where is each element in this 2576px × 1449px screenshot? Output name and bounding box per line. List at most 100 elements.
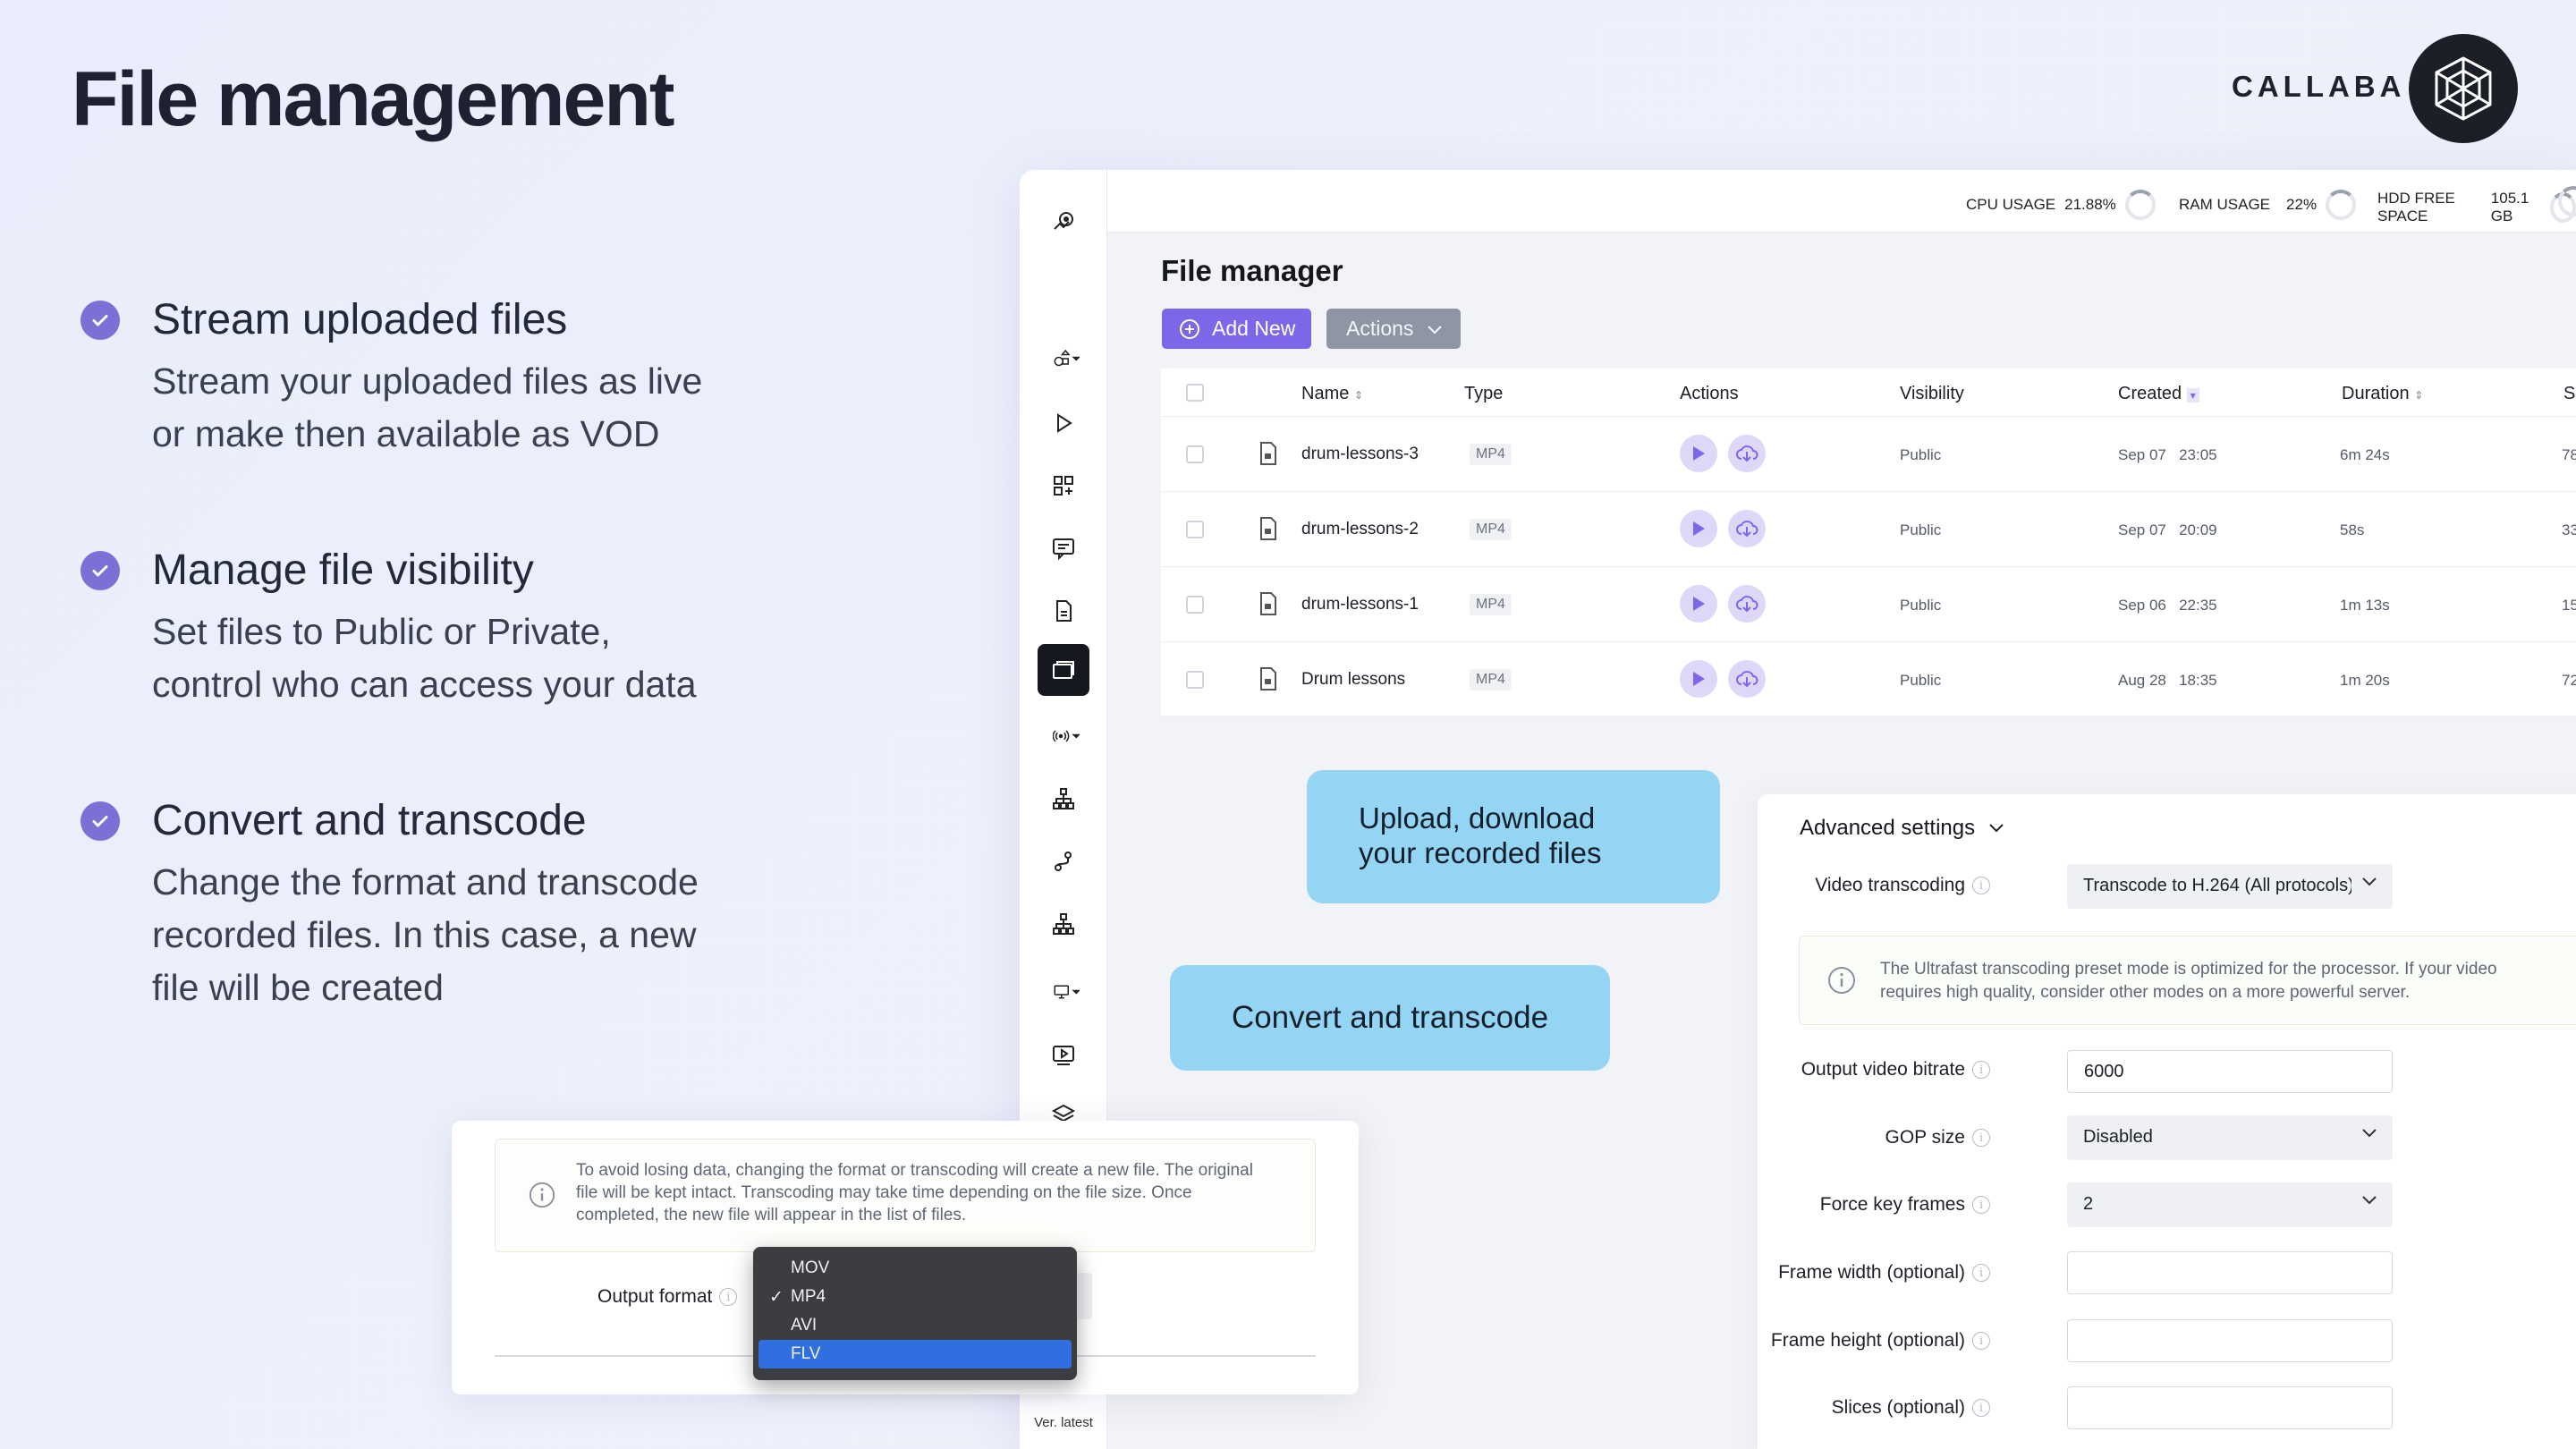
gop-size-label: GOP size i <box>1885 1127 1990 1148</box>
created-value: Sep 07 20:09 <box>2118 521 2217 538</box>
chat-icon[interactable] <box>1038 522 1089 574</box>
bitrate-label: Output video bitrate i <box>1801 1059 1990 1080</box>
info-icon[interactable]: i <box>1972 1061 1990 1079</box>
select-all-checkbox[interactable] <box>1186 384 1204 402</box>
callaba-logo-icon <box>2409 34 2518 143</box>
info-circle-icon <box>1828 967 1855 994</box>
column-size: Si <box>2563 384 2576 403</box>
row-checkbox[interactable] <box>1186 596 1204 614</box>
gop-size-select[interactable]: Disabled <box>2067 1115 2393 1160</box>
force-key-frames-select[interactable]: 2 <box>2067 1182 2393 1227</box>
column-duration[interactable]: Duration ⇕ <box>2342 384 2423 404</box>
monitor-menu-icon[interactable] <box>1038 966 1095 1018</box>
video-transcoding-select[interactable]: Transcode to H.264 (All protocols) <box>2067 864 2393 909</box>
column-name[interactable]: Name ⇕ <box>1301 384 1363 404</box>
add-new-label: Add New <box>1212 317 1296 340</box>
table-row[interactable]: Drum lessons MP4 Public Aug 28 18:35 1m … <box>1161 642 2576 717</box>
menu-item-avi[interactable]: AVI <box>758 1311 1072 1340</box>
folder-icon[interactable] <box>1038 644 1089 696</box>
play-button[interactable] <box>1680 510 1717 547</box>
actions-dropdown[interactable]: Actions <box>1326 309 1461 349</box>
output-format-select-edge[interactable] <box>1078 1273 1092 1319</box>
visibility-value: Public <box>1900 597 1942 614</box>
play-button[interactable] <box>1680 660 1717 698</box>
output-format-label: Output format i <box>597 1286 738 1308</box>
info-icon[interactable]: i <box>1972 1264 1990 1282</box>
table-header: Name ⇕ Type Actions Visibility Created ▾… <box>1161 369 2576 417</box>
download-button[interactable] <box>1728 585 1766 623</box>
advanced-settings-title: Advanced settings <box>1800 816 1976 840</box>
info-icon[interactable]: i <box>1972 1399 1990 1417</box>
shapes-menu-icon[interactable] <box>1038 333 1095 385</box>
row-checkbox[interactable] <box>1186 445 1204 463</box>
file-name[interactable]: Drum lessons <box>1301 670 1405 690</box>
route-icon[interactable] <box>1038 835 1089 887</box>
feature-title: Stream uploaded files <box>152 296 568 343</box>
table-row[interactable]: drum-lessons-2 MP4 Public Sep 07 20:09 5… <box>1161 492 2576 567</box>
bitrate-input[interactable]: 6000 <box>2067 1050 2393 1093</box>
ram-label: RAM USAGE <box>2179 196 2271 213</box>
column-actions: Actions <box>1680 384 1739 403</box>
document-icon[interactable] <box>1038 585 1089 637</box>
menu-item-flv[interactable]: FLV <box>758 1340 1072 1368</box>
menu-item-mp4[interactable]: ✓ MP4 <box>758 1283 1072 1311</box>
feature-text: Stream your uploaded files as live or mak… <box>152 360 703 454</box>
transcoding-notice: The Ultrafast transcoding preset mode is… <box>1799 936 2576 1025</box>
table-row[interactable]: drum-lessons-3 MP4 Public Sep 07 23:05 6… <box>1161 417 2576 492</box>
info-icon[interactable]: i <box>1972 877 1990 894</box>
menu-item-mov[interactable]: MOV <box>758 1254 1072 1283</box>
file-name[interactable]: drum-lessons-3 <box>1301 445 1419 464</box>
created-value: Sep 07 23:05 <box>2118 446 2217 463</box>
play-button[interactable] <box>1680 435 1717 472</box>
download-button[interactable] <box>1728 435 1766 472</box>
download-button[interactable] <box>1728 510 1766 547</box>
feature-stream: Stream uploaded files Stream your upload… <box>80 295 760 461</box>
info-icon[interactable]: i <box>719 1288 738 1306</box>
system-stats-bar: CPU USAGE 21.88% RAM USAGE 22% HDD FREE … <box>1107 170 2576 233</box>
table-row[interactable]: drum-lessons-1 MP4 Public Sep 06 22:35 1… <box>1161 567 2576 642</box>
column-created[interactable]: Created ▾ <box>2118 384 2199 404</box>
feature-text: Change the format and transcode recorded … <box>152 861 699 1008</box>
advanced-settings-toggle[interactable]: Advanced settings <box>1800 816 2005 841</box>
chevron-down-icon <box>2362 877 2377 886</box>
broadcast-menu-icon[interactable] <box>1038 710 1095 762</box>
info-icon[interactable]: i <box>1972 1196 1990 1214</box>
ram-value: 22% <box>2286 196 2318 213</box>
file-icon <box>1260 667 1276 691</box>
size-value: 78 <box>2562 446 2576 463</box>
cloud-download-icon <box>1736 521 1758 538</box>
cpu-label: CPU USAGE <box>1966 196 2056 213</box>
slices-label: Slices (optional) i <box>1832 1397 1990 1419</box>
frame-width-input[interactable] <box>2067 1251 2393 1294</box>
column-type: Type <box>1464 384 1504 403</box>
network-icon[interactable] <box>1038 773 1089 825</box>
frame-height-input[interactable] <box>2067 1319 2393 1362</box>
play-icon[interactable] <box>1038 397 1089 449</box>
slices-input[interactable] <box>2067 1386 2393 1429</box>
info-icon[interactable]: i <box>1972 1332 1990 1350</box>
file-name[interactable]: drum-lessons-2 <box>1301 520 1419 539</box>
play-icon <box>1693 672 1705 686</box>
grid-icon[interactable] <box>1038 460 1089 512</box>
upload-download-callout: Upload, download your recorded files <box>1307 770 1720 903</box>
row-checkbox[interactable] <box>1186 521 1204 538</box>
add-new-button[interactable]: Add New <box>1162 309 1311 349</box>
duration-value: 1m 13s <box>2340 597 2390 614</box>
data-loss-notice: To avoid losing data, changing the forma… <box>495 1139 1316 1252</box>
video-player-icon[interactable] <box>1038 1029 1089 1080</box>
hierarchy-icon[interactable] <box>1038 898 1089 950</box>
app-logo-icon[interactable] <box>1038 197 1089 249</box>
cpu-usage: CPU USAGE 21.88% <box>1966 190 2156 220</box>
file-name[interactable]: drum-lessons-1 <box>1301 595 1419 614</box>
download-button[interactable] <box>1728 660 1766 698</box>
cloud-download-icon <box>1736 445 1758 462</box>
column-visibility: Visibility <box>1900 384 1964 403</box>
convert-transcode-callout: Convert and transcode <box>1170 965 1610 1071</box>
feature-visibility: Manage file visibility Set files to Publ… <box>80 546 760 711</box>
play-button[interactable] <box>1680 585 1717 623</box>
row-checkbox[interactable] <box>1186 671 1204 689</box>
size-value: 72 <box>2562 672 2576 689</box>
cpu-value: 21.88% <box>2064 196 2116 213</box>
info-icon[interactable]: i <box>1972 1129 1990 1147</box>
frame-height-label: Frame height (optional) i <box>1771 1330 1990 1352</box>
